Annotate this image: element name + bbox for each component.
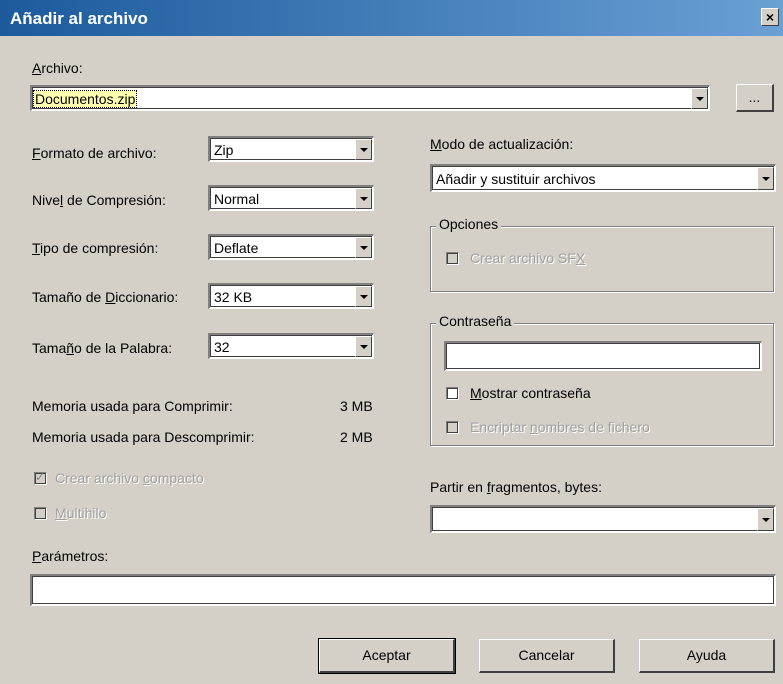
add-to-archive-dialog: Añadir al archivo × Archivo: Documentos.… <box>0 0 783 684</box>
chevron-down-icon[interactable] <box>757 167 774 190</box>
memory-decompress-value: 2 MB <box>340 429 373 445</box>
show-password-checkbox[interactable] <box>446 387 459 400</box>
parameters-input[interactable] <box>30 574 776 606</box>
word-size-value: 32 <box>214 338 230 355</box>
browse-button[interactable]: ... <box>736 84 774 112</box>
compression-level-value: Normal <box>214 190 260 207</box>
memory-compress-label: Memoria usada para Comprimir: <box>32 398 233 414</box>
dictionary-size-label: Tamaño de Diccionario: <box>32 289 179 305</box>
chevron-down-icon[interactable] <box>355 336 372 357</box>
encrypt-names-label: Encriptar nombres de fichero <box>470 419 650 435</box>
format-label: Formato de archivo: <box>32 145 157 161</box>
sfx-label: Crear archivo SFX <box>470 250 586 266</box>
window-title: Añadir al archivo <box>10 9 148 28</box>
update-mode-select[interactable]: Añadir y sustituir archivos <box>430 164 776 192</box>
memory-decompress-label: Memoria usada para Descomprimir: <box>32 429 255 445</box>
multithread-label: Multihilo <box>55 505 107 521</box>
memory-compress-value: 3 MB <box>340 398 373 414</box>
word-size-select[interactable]: 32 <box>208 333 374 359</box>
dictionary-size-value: 32 KB <box>214 288 253 305</box>
close-button[interactable]: × <box>761 8 779 26</box>
update-mode-value: Añadir y sustituir archivos <box>436 170 596 187</box>
sfx-checkbox[interactable] <box>446 252 459 265</box>
cancel-button[interactable]: Cancelar <box>479 639 615 673</box>
word-size-label: Tamaño de la Palabra: <box>32 340 173 356</box>
title-bar[interactable]: Añadir al archivo × <box>0 0 783 36</box>
show-password-label: Mostrar contraseña <box>470 385 591 401</box>
chevron-down-icon[interactable] <box>355 286 372 307</box>
archive-path-value: Documentos.zip <box>32 89 138 108</box>
encrypt-names-checkbox[interactable] <box>446 421 459 434</box>
split-volumes-select[interactable] <box>430 505 776 533</box>
accept-button[interactable]: Aceptar <box>318 638 456 674</box>
multithread-checkbox[interactable] <box>34 507 47 520</box>
compression-type-label: Tipo de compresión: <box>32 240 159 256</box>
password-input[interactable] <box>444 341 762 371</box>
password-group-title: Contraseña <box>436 313 515 329</box>
chevron-down-icon[interactable] <box>355 237 372 258</box>
archive-path-combo[interactable]: Documentos.zip <box>30 85 710 111</box>
compression-type-select[interactable]: Deflate <box>208 234 374 260</box>
parameters-label: Parámetros: <box>32 548 109 564</box>
update-mode-label: Modo de actualización: <box>430 136 574 152</box>
close-icon: × <box>765 9 775 25</box>
chevron-down-icon[interactable] <box>355 188 372 209</box>
archive-label: Archivo: <box>32 60 83 76</box>
chevron-down-icon[interactable] <box>355 139 372 160</box>
format-select[interactable]: Zip <box>208 136 374 162</box>
compression-type-value: Deflate <box>214 239 259 256</box>
split-volumes-label: Partir en fragmentos, bytes: <box>430 479 602 495</box>
chevron-down-icon[interactable] <box>691 88 708 109</box>
chevron-down-icon[interactable] <box>757 508 774 531</box>
compression-level-label: Nivel de Compresión: <box>32 192 166 208</box>
help-button[interactable]: Ayuda <box>639 639 775 673</box>
format-value: Zip <box>214 141 234 158</box>
solid-archive-label: Crear archivo compacto <box>55 470 204 486</box>
compression-level-select[interactable]: Normal <box>208 185 374 211</box>
options-group-title: Opciones <box>436 216 502 232</box>
solid-archive-checkbox[interactable] <box>34 470 47 485</box>
dictionary-size-select[interactable]: 32 KB <box>208 283 374 309</box>
